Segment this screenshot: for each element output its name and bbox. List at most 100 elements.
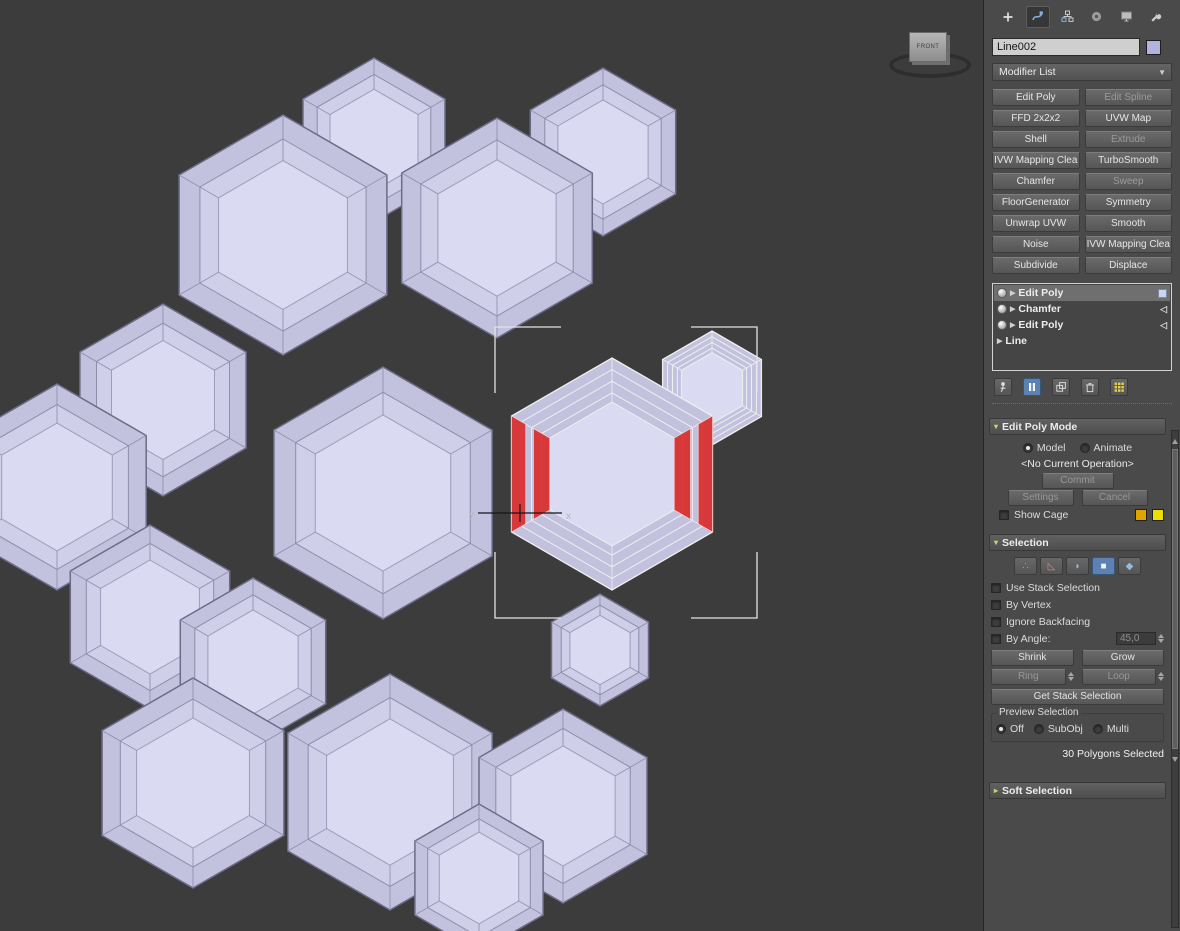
modifier-button-turbosmooth[interactable]: TurboSmooth [1084, 152, 1172, 169]
settings-button[interactable]: Settings [1007, 489, 1074, 506]
modifier-visibility-icon[interactable] [997, 304, 1007, 314]
modifier-button-shell[interactable]: Shell [992, 131, 1080, 148]
expand-arrow-icon[interactable]: ▶ [1010, 305, 1015, 313]
scroll-up-icon[interactable] [1172, 439, 1178, 444]
tab-create[interactable] [996, 6, 1020, 28]
modifier-button-subdivide[interactable]: Subdivide [992, 257, 1080, 274]
modifier-button-chamfer[interactable]: Chamfer [992, 173, 1080, 190]
animate-radio[interactable] [1079, 442, 1090, 453]
hexagon-tile[interactable] [273, 366, 493, 620]
show-cage-label: Show Cage [1014, 508, 1069, 521]
tab-display[interactable] [1114, 6, 1138, 28]
pin-stack-button[interactable] [994, 378, 1012, 396]
show-in-viewport-icon[interactable] [1158, 288, 1167, 298]
by-angle-checkbox[interactable] [991, 633, 1001, 644]
modifier-button-uvw-map[interactable]: UVW Map [1084, 110, 1172, 127]
cage-color-swatch-1[interactable] [1135, 508, 1147, 521]
tab-hierarchy[interactable] [1055, 6, 1079, 28]
ring-spinner-icon[interactable] [1067, 672, 1074, 681]
modifier-button-ivw-mapping-clear[interactable]: IVW Mapping Clea [992, 152, 1080, 169]
modifier-button-symmetry[interactable]: Symmetry [1084, 194, 1172, 211]
element-mode-icon[interactable]: ◆ [1118, 557, 1141, 575]
modifier-visibility-icon[interactable] [997, 320, 1007, 330]
hexagon-tile[interactable] [550, 593, 650, 707]
by-angle-label: By Angle: [1006, 632, 1051, 645]
shrink-button[interactable]: Shrink [991, 649, 1074, 666]
command-panel: Modifier List ▼ Edit Poly Edit Spline FF… [983, 0, 1180, 931]
model-radio[interactable] [1022, 442, 1033, 453]
modifier-list-dropdown[interactable]: Modifier List ▼ [992, 63, 1172, 81]
rollout-open-icon: ▾ [994, 422, 999, 431]
loop-spinner-icon[interactable] [1158, 672, 1164, 681]
modifier-button-ivw-mapping-clear-2[interactable]: IVW Mapping Clea [1084, 236, 1172, 253]
by-vertex-label: By Vertex [1006, 598, 1051, 611]
stack-item-edit-poly-mid[interactable]: ▶ Edit Poly ◁ [994, 317, 1170, 333]
configure-modifier-sets-button[interactable] [1110, 378, 1128, 396]
stack-item-line[interactable]: ▶ Line [994, 333, 1170, 349]
expand-arrow-icon[interactable]: ▶ [997, 337, 1002, 345]
spinner-arrows-icon[interactable] [1158, 634, 1164, 643]
modifier-button-ffd-2x2x2[interactable]: FFD 2x2x2 [992, 110, 1080, 127]
remove-modifier-button[interactable] [1081, 378, 1099, 396]
preview-off-radio[interactable] [996, 724, 1006, 734]
rollout-title: Selection [1002, 536, 1049, 549]
stack-item-chamfer[interactable]: ▶ Chamfer ◁ [994, 301, 1170, 317]
viewcube[interactable]: FRONT [885, 26, 971, 82]
modifier-list-label: Modifier List [999, 66, 1056, 78]
viewcube-front-face[interactable]: FRONT [909, 32, 947, 62]
edge-mode-icon[interactable]: ◺ [1040, 557, 1063, 575]
panel-scrollbar[interactable] [1171, 430, 1179, 928]
cage-color-swatch-2[interactable] [1152, 508, 1164, 521]
selected-polygon-face[interactable] [511, 415, 526, 533]
vertex-mode-icon[interactable]: ∴ [1014, 557, 1037, 575]
viewport-front[interactable]: y x FRONT [0, 0, 983, 931]
make-unique-button[interactable] [1052, 378, 1070, 396]
by-vertex-checkbox[interactable] [991, 599, 1001, 610]
selected-polygon-face[interactable] [533, 428, 551, 520]
modifier-button-edit-poly[interactable]: Edit Poly [992, 89, 1080, 106]
tab-motion[interactable] [1085, 6, 1109, 28]
grow-button[interactable]: Grow [1081, 649, 1164, 666]
modifier-button-unwrap-uvw[interactable]: Unwrap UVW [992, 215, 1080, 232]
object-color-swatch[interactable] [1146, 39, 1161, 55]
modifier-button-extrude[interactable]: Extrude [1084, 131, 1172, 148]
show-end-result-button[interactable] [1023, 378, 1041, 396]
tab-utilities[interactable] [1144, 6, 1168, 28]
modifier-button-edit-spline[interactable]: Edit Spline [1084, 89, 1172, 106]
modifier-button-noise[interactable]: Noise [992, 236, 1080, 253]
by-angle-value[interactable]: 45,0 [1116, 632, 1156, 645]
get-stack-selection-button[interactable]: Get Stack Selection [991, 688, 1164, 705]
expand-arrow-icon[interactable]: ▶ [1010, 289, 1015, 297]
modifier-button-displace[interactable]: Displace [1084, 257, 1172, 274]
rollout-header-soft-selection[interactable]: ▸ Soft Selection [989, 782, 1166, 799]
modifier-visibility-icon[interactable] [997, 288, 1007, 298]
cancel-button[interactable]: Cancel [1081, 489, 1148, 506]
preview-subobj-radio[interactable] [1033, 724, 1044, 734]
modifier-button-smooth[interactable]: Smooth [1084, 215, 1172, 232]
loop-button[interactable]: Loop [1081, 668, 1156, 685]
scrollbar-thumb[interactable] [1172, 449, 1178, 749]
modifier-button-sweep[interactable]: Sweep [1084, 173, 1172, 190]
ignore-backfacing-checkbox[interactable] [991, 616, 1001, 627]
use-stack-selection-checkbox[interactable] [991, 582, 1001, 593]
selected-polygon-face[interactable] [698, 415, 713, 533]
border-mode-icon[interactable]: ◗ [1066, 557, 1089, 575]
polygon-mode-icon[interactable]: ■ [1092, 557, 1115, 575]
rollout-header-edit-poly-mode[interactable]: ▾ Edit Poly Mode [989, 418, 1166, 435]
selected-polygon-face[interactable] [673, 428, 691, 520]
object-name-field[interactable] [992, 38, 1140, 56]
by-angle-spinner[interactable]: 45,0 [1116, 632, 1164, 645]
ring-button[interactable]: Ring [991, 668, 1066, 685]
motion-icon [1092, 11, 1102, 22]
expand-arrow-icon[interactable]: ▶ [1010, 321, 1015, 329]
modifier-button-floorgenerator[interactable]: FloorGenerator [992, 194, 1080, 211]
show-cage-checkbox[interactable] [999, 509, 1009, 520]
scroll-down-icon[interactable] [1172, 757, 1178, 762]
modifier-result-icon: ◁ [1160, 303, 1167, 314]
panel-divider [992, 403, 1172, 404]
commit-button[interactable]: Commit [1041, 472, 1114, 489]
preview-multi-radio[interactable] [1092, 724, 1103, 734]
tab-modify[interactable] [1025, 5, 1050, 28]
rollout-header-selection[interactable]: ▾ Selection [989, 534, 1166, 551]
stack-item-edit-poly-top[interactable]: ▶ Edit Poly [994, 285, 1170, 301]
